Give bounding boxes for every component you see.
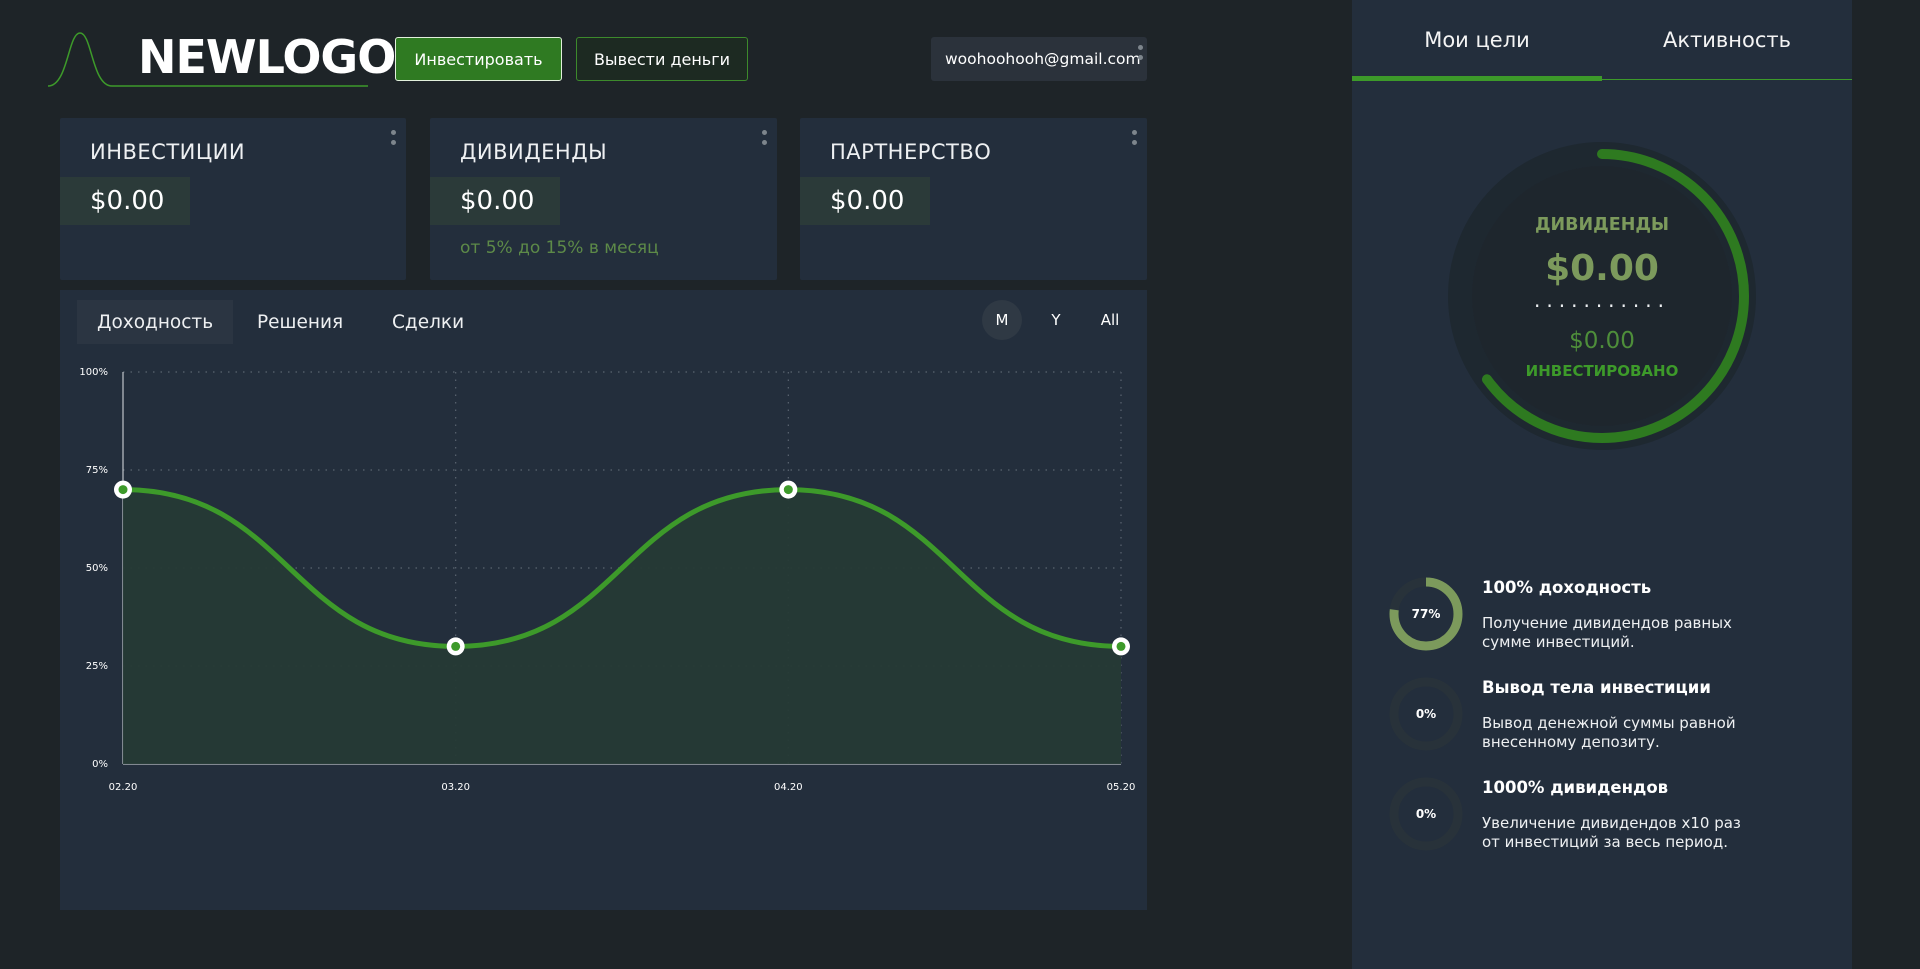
card-value: $0.00 [60,177,190,225]
area-fill [123,489,1121,764]
goal-percent: 0% [1415,807,1437,821]
goal-item: 0% Вывод тела инвестиции Вывод денежной … [1352,676,1852,756]
data-point-center [451,641,461,651]
card-investments: ИНВЕСТИЦИИ $0.00 [60,118,406,280]
ring-label: ДИВИДЕНДЫ [1534,215,1670,235]
range-year-button[interactable]: Y [1036,300,1076,340]
user-email-text: woohoohooh@gmail.com [945,50,1141,68]
range-month-button[interactable]: M [982,300,1022,340]
goal-percent: 0% [1415,707,1437,721]
tab-deals[interactable]: Сделки [392,300,464,344]
card-menu-icon[interactable] [1131,130,1137,145]
data-point-center [118,485,128,495]
y-tick-label: 0% [92,759,108,770]
tab-activity[interactable]: Активность [1602,0,1852,80]
card-value: $0.00 [800,177,930,225]
y-tick-label: 25% [86,661,108,672]
ring-separator: ........... [1534,288,1670,312]
tab-profitability[interactable]: Доходность [77,300,234,344]
goal-percent: 77% [1411,607,1441,621]
withdraw-button[interactable]: Вывести деньги [576,37,748,81]
x-tick-label: 05.20 [1107,782,1136,793]
y-tick-label: 50% [86,563,108,574]
goal-description: Получение дивидендов равных сумме инвест… [1482,614,1732,651]
ring-value: $0.00 [1545,248,1659,289]
x-tick-label: 02.20 [109,782,138,793]
data-point-center [1116,641,1126,651]
y-tick-label: 75% [86,465,108,476]
chart-panel: Доходность Решения Сделки M Y All 0% 25% 5… [60,290,1147,910]
user-email[interactable]: woohoohooh@gmail.com [931,37,1147,81]
x-tick-label: 04.20 [774,782,803,793]
goal-title: 1000% дивидендов [1482,778,1669,797]
goal-title: Вывод тела инвестиции [1482,678,1711,697]
logo[interactable]: NEWLOGO [48,28,396,90]
tab-active-indicator [1352,76,1602,81]
card-value: $0.00 [430,177,560,225]
card-partnership: ПАРТНЕРСТВО $0.00 [800,118,1147,280]
ring-invested-label: ИНВЕСТИРОВАНО [1525,362,1679,380]
y-tick-label: 100% [79,367,108,378]
card-subtitle: от 5% до 15% в месяц [460,238,659,258]
card-menu-icon[interactable] [390,130,396,145]
tab-my-goals[interactable]: Мои цели [1352,0,1602,80]
card-title: ПАРТНЕРСТВО [830,140,992,164]
ring-invested-value: $0.00 [1569,328,1635,354]
card-title: ИНВЕСТИЦИИ [90,140,246,164]
goals-panel: Мои цели Активность ДИВИДЕНДЫ $0.00 ....… [1352,0,1852,969]
invest-button[interactable]: Инвестировать [395,37,562,81]
goal-item: 77% 100% доходность Получение дивидендов… [1352,576,1852,656]
chart-plot: 0% 25% 50% 75% 100% 02.20 03.20 04.20 05.20 [79,367,1136,793]
range-all-button[interactable]: All [1090,300,1130,340]
user-menu-icon[interactable] [1137,45,1143,60]
x-tick-label: 03.20 [441,782,470,793]
tab-decisions[interactable]: Решения [257,300,343,344]
goal-item: 0% 1000% дивидендов Увеличение дивидендо… [1352,776,1852,856]
logo-text: NEWLOGO [138,30,396,84]
goal-description: Вывод денежной суммы равной внесенному д… [1482,714,1736,751]
goal-description: Увеличение дивидендов x10 раз от инвести… [1482,814,1741,851]
card-title: ДИВИДЕНДЫ [460,140,608,164]
card-menu-icon[interactable] [761,130,767,145]
card-dividends: ДИВИДЕНДЫ $0.00 от 5% до 15% в месяц [430,118,777,280]
goal-title: 100% доходность [1482,578,1652,597]
data-point-center [783,485,793,495]
